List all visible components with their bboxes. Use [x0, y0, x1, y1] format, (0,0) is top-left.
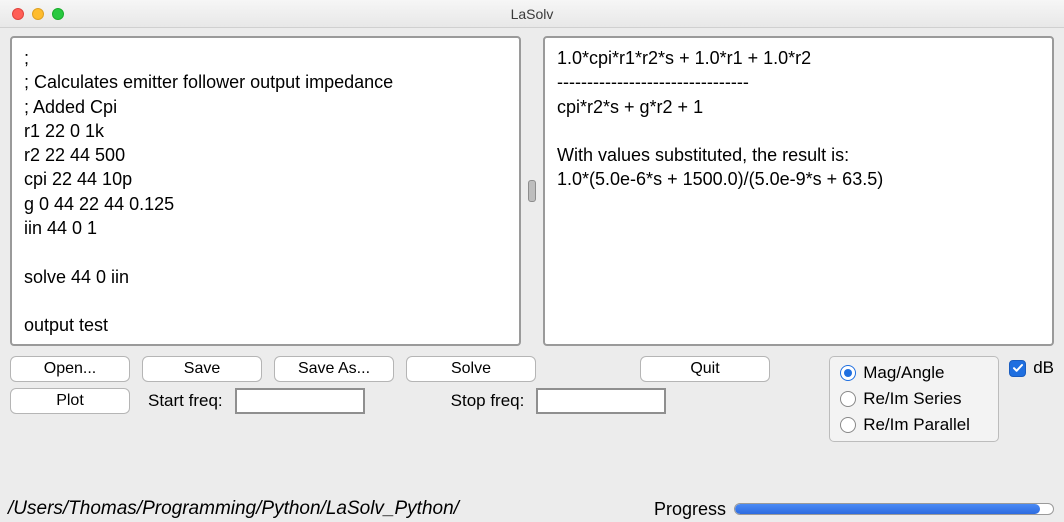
db-label: dB	[1033, 358, 1054, 378]
status-bar: /Users/Thomas/Programming/Python/LaSolv_…	[0, 496, 1064, 520]
start-freq-input[interactable]	[235, 388, 365, 414]
radio-re-im-series[interactable]: Re/Im Series	[840, 389, 984, 409]
open-button[interactable]: Open...	[10, 356, 130, 382]
output-textarea[interactable]: 1.0*cpi*r1*r2*s + 1.0*r1 + 1.0*r2 ------…	[543, 36, 1054, 346]
start-freq-label: Start freq:	[148, 391, 223, 411]
solve-button[interactable]: Solve	[406, 356, 536, 382]
titlebar: LaSolv	[0, 0, 1064, 28]
display-mode-group: Mag/Angle Re/Im Series Re/Im Parallel	[829, 356, 999, 442]
radio-label: Re/Im Series	[863, 389, 961, 409]
checkbox-checked-icon	[1009, 360, 1026, 377]
save-button[interactable]: Save	[142, 356, 262, 382]
quit-button[interactable]: Quit	[640, 356, 770, 382]
progress-label: Progress	[654, 499, 726, 520]
radio-icon	[840, 391, 856, 407]
window-controls	[0, 8, 64, 20]
close-icon[interactable]	[12, 8, 24, 20]
save-as-button[interactable]: Save As...	[274, 356, 394, 382]
file-path: /Users/Thomas/Programming/Python/LaSolv_…	[8, 498, 654, 520]
radio-label: Mag/Angle	[863, 363, 944, 383]
plot-button[interactable]: Plot	[10, 388, 130, 414]
radio-mag-angle[interactable]: Mag/Angle	[840, 363, 984, 383]
progress-bar	[734, 503, 1054, 515]
radio-icon	[840, 365, 856, 381]
maximize-icon[interactable]	[52, 8, 64, 20]
progress-fill	[735, 504, 1040, 514]
radio-re-im-parallel[interactable]: Re/Im Parallel	[840, 415, 984, 435]
radio-label: Re/Im Parallel	[863, 415, 970, 435]
window-title: LaSolv	[0, 6, 1064, 22]
radio-icon	[840, 417, 856, 433]
db-checkbox[interactable]: dB	[1009, 358, 1054, 378]
sash-handle-icon[interactable]	[528, 180, 536, 202]
pane-divider[interactable]	[525, 36, 539, 346]
stop-freq-label: Stop freq:	[451, 391, 525, 411]
stop-freq-input[interactable]	[536, 388, 666, 414]
input-textarea[interactable]: ; ; Calculates emitter follower output i…	[10, 36, 521, 346]
minimize-icon[interactable]	[32, 8, 44, 20]
